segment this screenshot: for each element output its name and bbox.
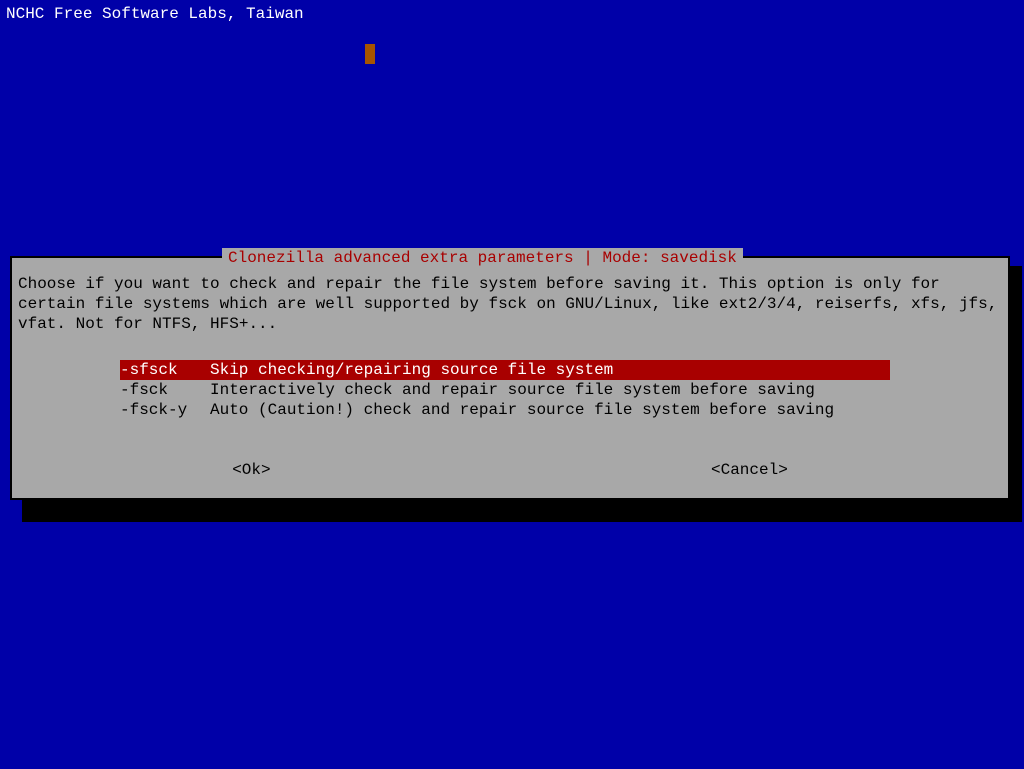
options-list: -sfsck Skip checking/repairing source fi… <box>120 360 890 420</box>
header-title: NCHC Free Software Labs, Taiwan <box>6 4 304 24</box>
option-fsck-y[interactable]: -fsck-y Auto (Caution!) check and repair… <box>120 400 890 420</box>
dialog-shadow-bottom <box>22 500 1022 522</box>
option-flag: -fsck-y <box>120 400 210 420</box>
dialog-box: Clonezilla advanced extra parameters | M… <box>10 256 1010 500</box>
option-desc: Interactively check and repair source fi… <box>210 380 890 400</box>
dialog-title: Clonezilla advanced extra parameters | M… <box>222 248 743 268</box>
option-sfsck[interactable]: -sfsck Skip checking/repairing source fi… <box>120 360 890 380</box>
option-desc: Auto (Caution!) check and repair source … <box>210 400 890 420</box>
option-flag: -fsck <box>120 380 210 400</box>
option-desc: Skip checking/repairing source file syst… <box>210 360 890 380</box>
option-flag: -sfsck <box>120 360 210 380</box>
dialog-shadow-right <box>1010 266 1022 522</box>
ok-button[interactable]: <Ok> <box>228 460 274 480</box>
dialog-description: Choose if you want to check and repair t… <box>12 258 1008 342</box>
dialog-buttons: <Ok> <Cancel> <box>12 460 1008 480</box>
text-cursor <box>365 44 375 64</box>
terminal-screen: NCHC Free Software Labs, Taiwan Clonezil… <box>0 0 1024 769</box>
cancel-button[interactable]: <Cancel> <box>707 460 792 480</box>
option-fsck[interactable]: -fsck Interactively check and repair sou… <box>120 380 890 400</box>
